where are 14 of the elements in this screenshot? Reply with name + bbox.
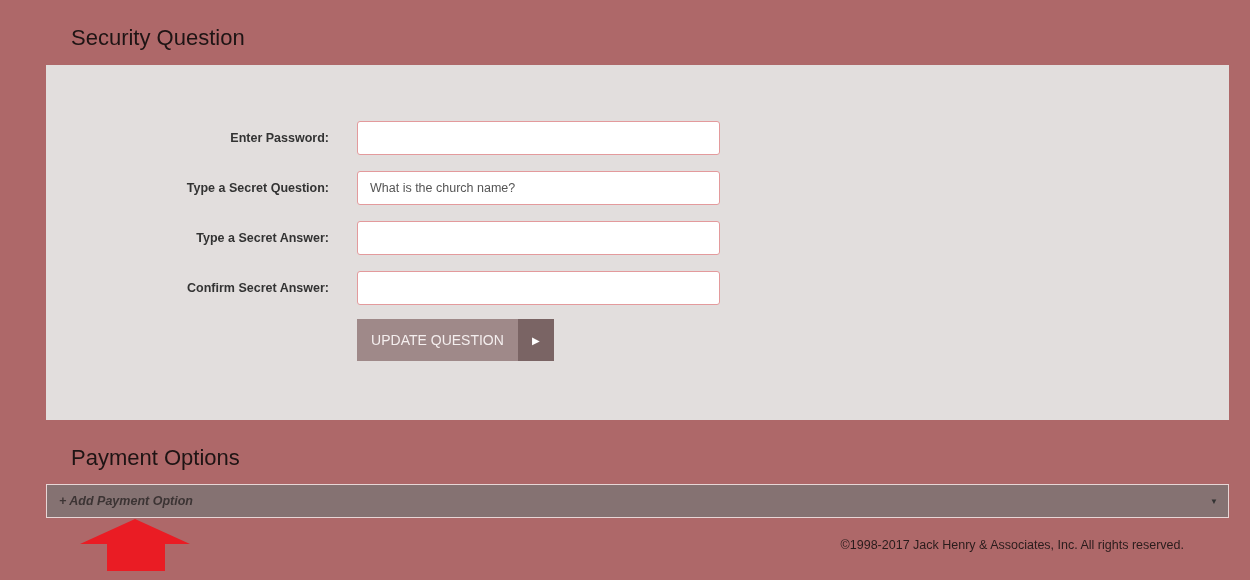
field-label: Type a Secret Answer: — [195, 231, 329, 245]
section-title: Payment Options — [70, 444, 241, 472]
copyright-text: ©1998-2017 Jack Henry & Associates, Inc. All rights reserved. — [840, 538, 1184, 552]
payment-option-dropdown[interactable]: + Add Payment Option ▼ — [46, 484, 1229, 518]
field-label: Type a Secret Question: — [185, 181, 329, 195]
update-question-button[interactable]: UPDATE QUESTION ▶ — [357, 319, 554, 361]
section-title: Security Question — [70, 24, 246, 52]
field-label: Enter Password: — [229, 131, 329, 145]
up-arrow-icon — [80, 519, 190, 571]
field-label: Confirm Secret Answer: — [186, 281, 329, 295]
input-field[interactable] — [357, 221, 720, 255]
input-field[interactable]: What is the church name? — [357, 171, 720, 205]
input-field[interactable] — [357, 121, 720, 155]
input-field[interactable] — [357, 271, 720, 305]
